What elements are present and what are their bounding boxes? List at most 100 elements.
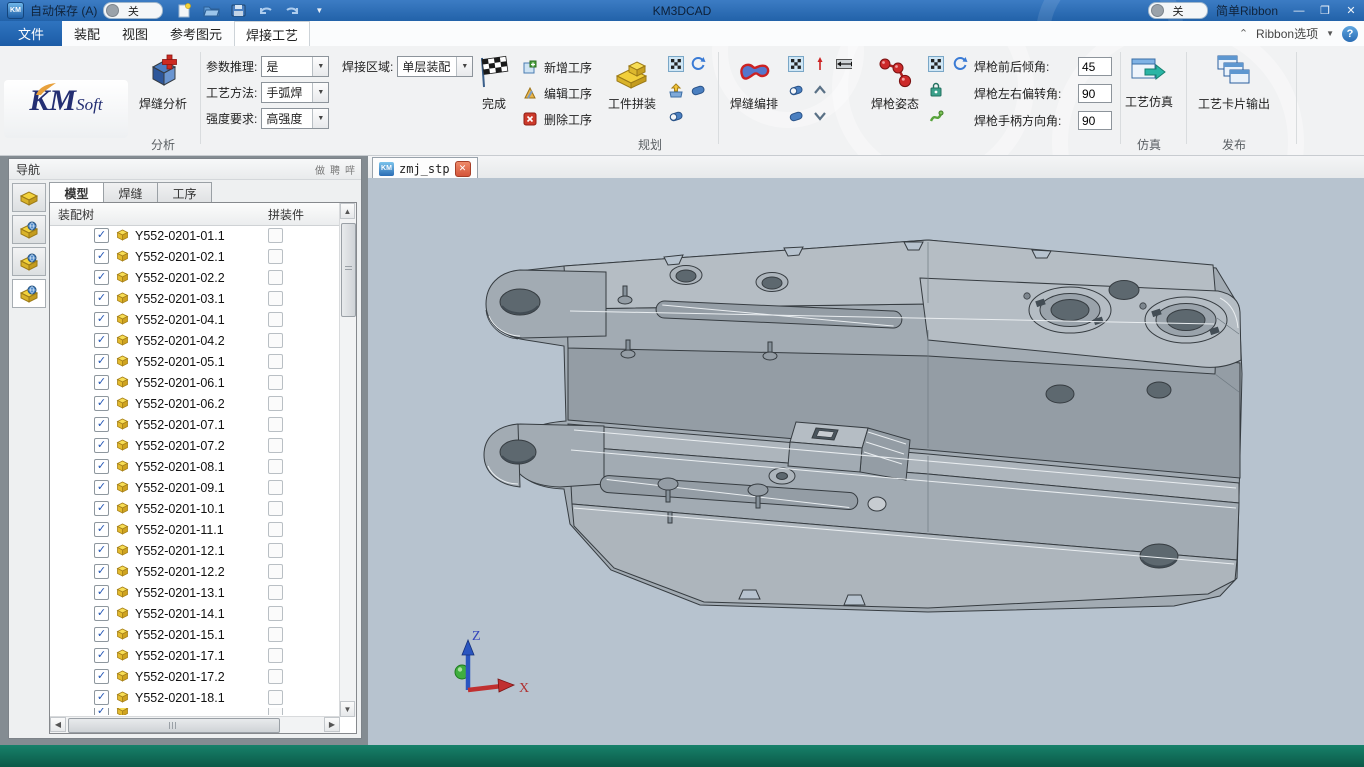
tab-welding-process[interactable]: 焊接工艺 [234, 21, 310, 47]
restore-button[interactable]: ❐ [1312, 0, 1338, 21]
tree-item-row[interactable]: ✓ Y552-0201-18.1 [50, 687, 340, 708]
assembly-part-checkbox[interactable] [268, 480, 283, 495]
model-visibility-checkbox[interactable]: ✓ [94, 543, 109, 558]
scroll-left-button[interactable]: ◀ [50, 717, 66, 732]
model-visibility-checkbox[interactable]: ✓ [94, 522, 109, 537]
assembly-part-checkbox[interactable] [268, 438, 283, 453]
model-visibility-checkbox[interactable]: ✓ [94, 375, 109, 390]
assembly-part-checkbox[interactable] [268, 543, 283, 558]
model-visibility-checkbox[interactable]: ✓ [94, 564, 109, 579]
assembly-part-checkbox[interactable] [268, 375, 283, 390]
torch-yaw-angle-input[interactable] [1078, 84, 1112, 103]
model-visibility-checkbox[interactable]: ✓ [94, 627, 109, 642]
weld-direction-icon[interactable] [812, 56, 828, 72]
model-visibility-checkbox[interactable]: ✓ [94, 690, 109, 705]
scroll-right-button[interactable]: ▶ [324, 717, 340, 732]
tree-item-row[interactable]: ✓ Y552-0201-14.1 [50, 603, 340, 624]
nav-view-button-assembly-2[interactable] [12, 247, 46, 276]
tree-item-row[interactable]: ✓ Y552-0201-07.1 [50, 414, 340, 435]
assembly-part-checkbox[interactable] [268, 648, 283, 663]
finish-small-icon[interactable] [668, 56, 684, 72]
vertical-scrollbar[interactable]: ▲ ▼ [339, 203, 356, 717]
collapse-ribbon-icon[interactable]: ⌃ [1239, 27, 1248, 40]
tree-item-row[interactable]: ✓ Y552-0201-07.2 [50, 435, 340, 456]
tree-item-row[interactable]: ✓ Y552-0201-04.2 [50, 330, 340, 351]
tree-item-row[interactable]: ✓ Y552-0201-01.1 [50, 225, 340, 246]
minimize-button[interactable]: — [1286, 0, 1312, 21]
assembly-part-checkbox[interactable] [268, 585, 283, 600]
nav-view-button-assembly-3[interactable] [12, 279, 46, 308]
tree-item-row[interactable]: ✓ Y552-0201-15.1 [50, 624, 340, 645]
model-visibility-checkbox[interactable]: ✓ [94, 270, 109, 285]
tree-item-row[interactable]: ✓ Y552-0201-03.1 [50, 288, 340, 309]
finish-small-icon[interactable] [788, 56, 804, 72]
weld-arrange-button[interactable]: 焊缝编排 [722, 54, 786, 112]
assembly-part-checkbox[interactable] [268, 690, 283, 705]
assembly-part-checkbox[interactable] [268, 627, 283, 642]
model-visibility-checkbox[interactable]: ✓ [94, 291, 109, 306]
horizontal-scroll-thumb[interactable] [68, 718, 280, 733]
tree-item-row[interactable]: ✓ Y552-0201-05.1 [50, 351, 340, 372]
tree-item-row[interactable]: ✓ [50, 708, 340, 715]
model-visibility-checkbox[interactable]: ✓ [94, 312, 109, 327]
tree-item-row[interactable]: ✓ Y552-0201-13.1 [50, 582, 340, 603]
tree-item-row[interactable]: ✓ Y552-0201-11.1 [50, 519, 340, 540]
model-visibility-checkbox[interactable]: ✓ [94, 480, 109, 495]
weld-bead-icon[interactable] [788, 108, 804, 124]
output-tray-icon[interactable] [668, 82, 684, 98]
assembly-part-checkbox[interactable] [268, 270, 283, 285]
model-visibility-checkbox[interactable]: ✓ [94, 228, 109, 243]
assembly-part-checkbox[interactable] [268, 312, 283, 327]
delete-operation-button[interactable]: 删除工序 [522, 106, 592, 132]
assembly-part-checkbox[interactable] [268, 396, 283, 411]
tree-item-row[interactable]: ✓ Y552-0201-06.1 [50, 372, 340, 393]
model-visibility-checkbox[interactable]: ✓ [94, 648, 109, 663]
ribbon-options-caret-icon[interactable]: ▼ [1326, 29, 1334, 38]
tree-item-row[interactable]: ✓ Y552-0201-12.1 [50, 540, 340, 561]
assembly-part-checkbox[interactable] [268, 417, 283, 432]
tab-model[interactable]: 模型 [49, 182, 104, 204]
tree-item-row[interactable]: ✓ Y552-0201-02.1 [50, 246, 340, 267]
tree-item-row[interactable]: ✓ Y552-0201-17.1 [50, 645, 340, 666]
model-visibility-checkbox[interactable]: ✓ [94, 459, 109, 474]
assembly-part-checkbox[interactable] [268, 354, 283, 369]
scroll-up-button[interactable]: ▲ [340, 203, 355, 219]
close-button[interactable]: ✕ [1338, 0, 1364, 21]
panel-button-1[interactable]: 做 [315, 162, 325, 177]
weld-analysis-button[interactable]: 焊缝分析 [133, 54, 193, 112]
tree-item-row[interactable]: ✓ Y552-0201-17.2 [50, 666, 340, 687]
model-visibility-checkbox[interactable]: ✓ [94, 669, 109, 684]
document-close-icon[interactable]: ✕ [455, 161, 471, 177]
model-visibility-checkbox[interactable]: ✓ [94, 249, 109, 264]
measure-icon[interactable] [836, 56, 852, 72]
model-visibility-checkbox[interactable]: ✓ [94, 333, 109, 348]
refresh-icon[interactable] [952, 56, 968, 72]
assembly-part-checkbox[interactable] [268, 606, 283, 621]
3d-model[interactable]: .L{fill:#b5bdc4;stroke:#363c41;stroke-wi… [368, 178, 1364, 745]
weld-bead-icon[interactable] [690, 82, 706, 98]
torch-path-icon[interactable] [928, 108, 944, 124]
tab-reference[interactable]: 参考图元 [160, 21, 232, 46]
document-tab[interactable]: KM zmj_stp ✕ [372, 157, 478, 179]
horizontal-scrollbar[interactable]: ◀ ▶ [50, 716, 340, 733]
weld-bead-half-icon[interactable] [668, 108, 684, 124]
finish-small-icon[interactable] [928, 56, 944, 72]
edit-operation-button[interactable]: 编辑工序 [522, 80, 592, 106]
tab-file[interactable]: 文件 [0, 21, 62, 46]
tree-item-row[interactable]: ✓ Y552-0201-04.1 [50, 309, 340, 330]
nav-view-button-assembly-1[interactable] [12, 215, 46, 244]
torch-pitch-angle-input[interactable] [1078, 57, 1112, 76]
assembly-part-checkbox[interactable] [268, 708, 283, 715]
tree-item-row[interactable]: ✓ Y552-0201-12.2 [50, 561, 340, 582]
panel-button-2[interactable]: 聘 [330, 162, 340, 177]
vertical-scroll-thumb[interactable] [341, 223, 356, 317]
model-visibility-checkbox[interactable]: ✓ [94, 708, 109, 715]
model-visibility-checkbox[interactable]: ✓ [94, 438, 109, 453]
strength-select[interactable]: 高强度 ▼ [261, 108, 329, 129]
assembly-part-checkbox[interactable] [268, 564, 283, 579]
assembly-part-checkbox[interactable] [268, 249, 283, 264]
tree-item-row[interactable]: ✓ Y552-0201-06.2 [50, 393, 340, 414]
param-inference-select[interactable]: 是 ▼ [261, 56, 329, 77]
model-visibility-checkbox[interactable]: ✓ [94, 354, 109, 369]
tree-item-row[interactable]: ✓ Y552-0201-02.2 [50, 267, 340, 288]
